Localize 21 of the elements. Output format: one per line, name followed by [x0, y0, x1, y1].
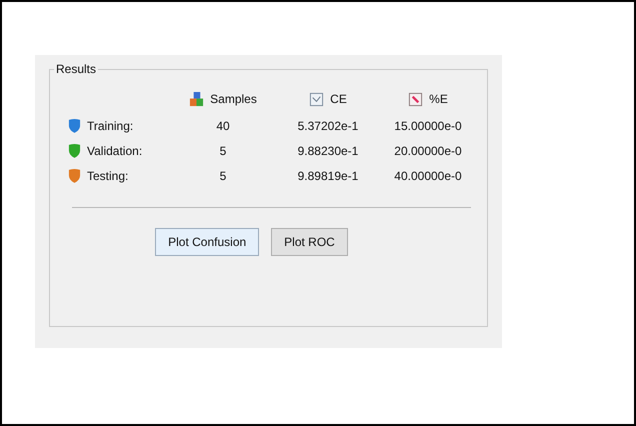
- table-cell: 15.00000e-0: [394, 118, 462, 132]
- row-label: Testing:: [87, 168, 128, 182]
- group-title: Results: [54, 62, 98, 76]
- column-header: %E: [429, 92, 448, 106]
- row-label: Training:: [87, 118, 134, 132]
- document-icon: [408, 92, 424, 106]
- table-cell: 40.00000e-0: [394, 168, 462, 182]
- document-icon: [309, 92, 324, 106]
- column-header: Samples: [210, 92, 257, 106]
- table-cell: 5.37202e-1: [298, 118, 358, 132]
- cubes-icon: [189, 92, 204, 106]
- column-header: CE: [330, 92, 347, 106]
- plot-button[interactable]: Plot Confusion: [155, 228, 260, 256]
- plot-button[interactable]: Plot ROC: [271, 228, 348, 256]
- table-cell: 5: [220, 144, 226, 158]
- row-label: Validation:: [87, 144, 142, 158]
- table-cell: 5: [220, 168, 226, 182]
- table-cell: 9.89819e-1: [298, 168, 358, 182]
- table-cell: 9.88230e-1: [298, 144, 358, 158]
- table-cell: 20.00000e-0: [394, 144, 462, 158]
- table-cell: 40: [216, 118, 230, 132]
